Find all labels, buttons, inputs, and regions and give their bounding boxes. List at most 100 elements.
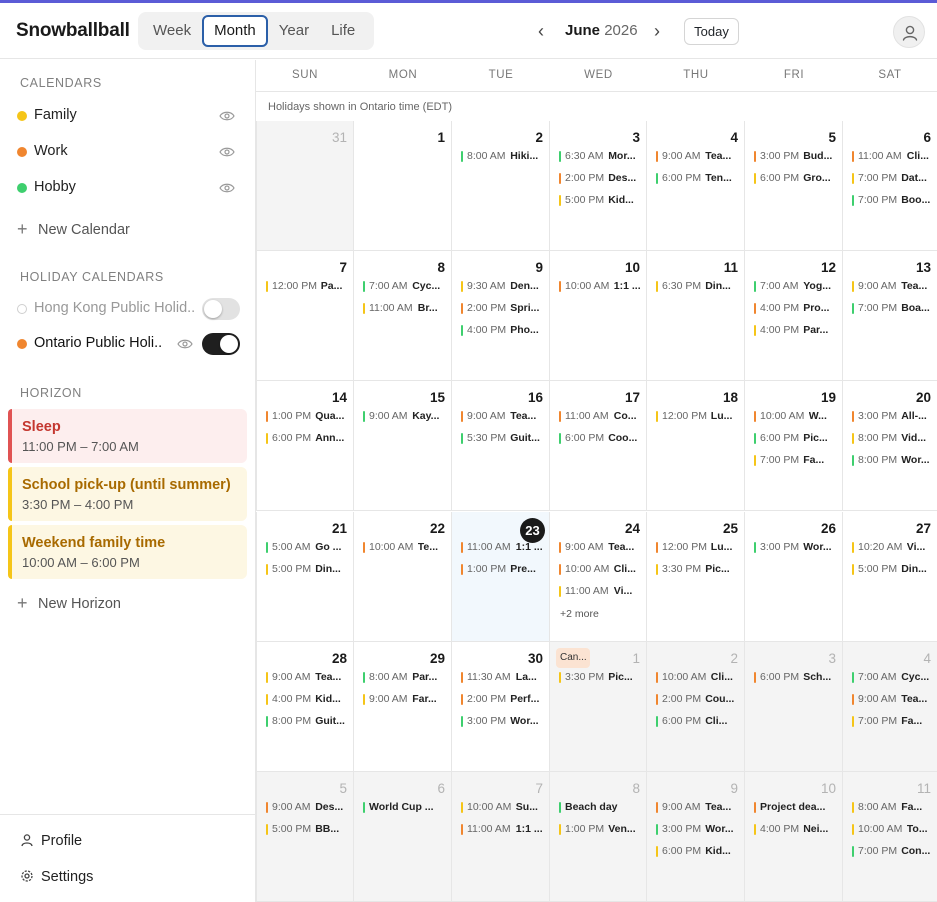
event-item[interactable]: 9:00 AM Tea... — [852, 692, 935, 708]
day-cell[interactable]: 4 7:00 AM Cyc... 9:00 AM Tea... 7:00 PM Fa... — [843, 642, 937, 772]
day-cell[interactable]: 11 6:30 PM Din... — [647, 251, 745, 381]
previous-month-chevron-left-icon[interactable]: ‹ — [531, 21, 551, 41]
day-cell[interactable]: 9 9:30 AM Den... 2:00 PM Spri... 4:00 PM Pho..… — [452, 251, 550, 381]
eye-visibility-icon[interactable] — [219, 146, 235, 158]
event-item[interactable]: 4:00 PM Pho... — [461, 323, 547, 339]
event-item[interactable]: 2:00 PM Perf... — [461, 692, 547, 708]
event-item[interactable]: 5:00 AM Go ... — [266, 540, 351, 556]
event-item[interactable]: 7:00 PM Boo... — [852, 193, 935, 209]
user-avatar-button[interactable] — [893, 16, 925, 48]
day-cell[interactable]: 13 9:00 AM Tea... 7:00 PM Boa... — [843, 251, 937, 381]
next-month-chevron-right-icon[interactable]: › — [647, 21, 667, 41]
event-item[interactable]: 1:00 PM Qua... — [266, 409, 351, 425]
day-cell[interactable]: 27 10:20 AM Vi... 5:00 PM Din... — [843, 512, 937, 642]
eye-visibility-icon[interactable] — [177, 338, 193, 350]
event-item[interactable]: 3:00 PM Wor... — [656, 822, 742, 838]
event-item[interactable]: 3:00 PM Wor... — [754, 540, 840, 556]
event-item[interactable]: 10:00 AM Cli... — [559, 562, 644, 578]
event-item[interactable]: 2:00 PM Des... — [559, 171, 644, 187]
calendar-item-work[interactable]: Work — [0, 138, 256, 166]
day-cell[interactable]: 8 7:00 AM Cyc... 11:00 AM Br... — [354, 251, 452, 381]
event-item[interactable]: 3:00 PM All-... — [852, 409, 935, 425]
event-item[interactable]: 11:00 AM 1:1 ... — [461, 540, 547, 556]
day-cell[interactable]: 7 10:00 AM Su... 11:00 AM 1:1 ... — [452, 772, 550, 902]
day-cell[interactable]: 22 10:00 AM Te... — [354, 512, 452, 642]
event-item[interactable]: 12:00 PM Pa... — [266, 279, 351, 295]
calendar-item-family[interactable]: Family — [0, 102, 256, 130]
event-item[interactable]: 6:00 PM Sch... — [754, 670, 840, 686]
event-item[interactable]: 9:00 AM Kay... — [363, 409, 449, 425]
day-cell[interactable]: 19 10:00 AM W... 6:00 PM Pic... 7:00 PM Fa... — [745, 381, 843, 511]
event-item[interactable]: 6:00 PM Ann... — [266, 431, 351, 447]
event-item[interactable]: 6:30 AM Mor... — [559, 149, 644, 165]
event-item[interactable]: 10:00 AM Te... — [363, 540, 449, 556]
view-tab-week[interactable]: Week — [142, 15, 202, 47]
holiday-toggle-switch[interactable] — [202, 333, 240, 355]
day-cell[interactable]: 9 9:00 AM Tea... 3:00 PM Wor... 6:00 PM Kid... — [647, 772, 745, 902]
event-item[interactable]: Beach day — [559, 800, 644, 816]
new-horizon-button[interactable]: + New Horizon — [17, 593, 121, 614]
view-tab-month[interactable]: Month — [202, 15, 268, 47]
day-cell[interactable]: 5 3:00 PM Bud... 6:00 PM Gro... — [745, 121, 843, 251]
day-cell[interactable]: 2 8:00 AM Hiki... — [452, 121, 550, 251]
event-item[interactable]: 11:00 AM Br... — [363, 301, 449, 317]
day-cell[interactable]: 6 11:00 AM Cli... 7:00 PM Dat... 7:00 PM Boo..… — [843, 121, 937, 251]
event-item[interactable]: 10:00 AM Cli... — [656, 670, 742, 686]
day-cell[interactable]: 16 9:00 AM Tea... 5:30 PM Guit... — [452, 381, 550, 511]
event-item[interactable]: 9:00 AM Tea... — [266, 670, 351, 686]
event-item[interactable]: 8:00 PM Wor... — [852, 453, 935, 469]
event-item[interactable]: 11:00 AM Vi... — [559, 584, 644, 600]
event-item[interactable]: 10:00 AM To... — [852, 822, 935, 838]
event-item[interactable]: 6:30 PM Din... — [656, 279, 742, 295]
event-item[interactable]: 2:00 PM Cou... — [656, 692, 742, 708]
event-item[interactable]: 6:00 PM Gro... — [754, 171, 840, 187]
event-item[interactable]: 7:00 AM Yog... — [754, 279, 840, 295]
event-item[interactable]: 5:00 PM Din... — [266, 562, 351, 578]
event-item[interactable]: 3:00 PM Wor... — [461, 714, 547, 730]
event-item[interactable]: Project dea... — [754, 800, 840, 816]
event-item[interactable]: 1:00 PM Ven... — [559, 822, 644, 838]
day-cell[interactable]: 24 9:00 AM Tea... 10:00 AM Cli... 11:00 AM Vi.… — [550, 512, 647, 642]
day-cell[interactable]: 2 10:00 AM Cli... 2:00 PM Cou... 6:00 PM Cli..… — [647, 642, 745, 772]
event-item[interactable]: 11:00 AM Co... — [559, 409, 644, 425]
event-item[interactable]: 10:20 AM Vi... — [852, 540, 935, 556]
today-button[interactable]: Today — [684, 18, 739, 45]
day-cell[interactable]: 28 9:00 AM Tea... 4:00 PM Kid... 8:00 PM Guit.… — [256, 642, 354, 772]
event-item[interactable]: 7:00 PM Boa... — [852, 301, 935, 317]
event-item[interactable]: 1:00 PM Pre... — [461, 562, 547, 578]
day-cell[interactable]: 20 3:00 PM All-... 8:00 PM Vid... 8:00 PM Wor.… — [843, 381, 937, 511]
event-item[interactable]: 5:30 PM Guit... — [461, 431, 547, 447]
horizon-item-school-pick-up-until-summer[interactable]: School pick-up (until summer) 3:30 PM – 4… — [8, 467, 247, 521]
event-item[interactable]: 9:00 AM Tea... — [656, 149, 742, 165]
day-cell[interactable]: 25 12:00 PM Lu... 3:30 PM Pic... — [647, 512, 745, 642]
event-item[interactable]: 10:00 AM Su... — [461, 800, 547, 816]
day-cell[interactable]: 30 11:30 AM La... 2:00 PM Perf... 3:00 PM Wor.… — [452, 642, 550, 772]
event-item[interactable]: 7:00 PM Con... — [852, 844, 935, 860]
day-cell[interactable]: 14 1:00 PM Qua... 6:00 PM Ann... — [256, 381, 354, 511]
event-item[interactable]: 8:00 AM Hiki... — [461, 149, 547, 165]
event-item[interactable]: 7:00 AM Cyc... — [363, 279, 449, 295]
day-cell[interactable]: 1 Can... 3:30 PM Pic... — [550, 642, 647, 772]
event-item[interactable]: 9:00 AM Des... — [266, 800, 351, 816]
day-cell[interactable]: 17 11:00 AM Co... 6:00 PM Coo... — [550, 381, 647, 511]
event-item[interactable]: 11:30 AM La... — [461, 670, 547, 686]
event-item[interactable]: 5:00 PM Din... — [852, 562, 935, 578]
event-item[interactable]: 6:00 PM Pic... — [754, 431, 840, 447]
holiday-chip[interactable]: Can... — [556, 648, 590, 668]
event-item[interactable]: 4:00 PM Nei... — [754, 822, 840, 838]
holiday-calendar-hong-kong-public-holid[interactable]: Hong Kong Public Holid... — [0, 295, 256, 323]
day-cell[interactable]: 26 3:00 PM Wor... — [745, 512, 843, 642]
horizon-item-sleep[interactable]: Sleep 11:00 PM – 7:00 AM — [8, 409, 247, 463]
day-cell[interactable]: 15 9:00 AM Kay... — [354, 381, 452, 511]
event-item[interactable]: 6:00 PM Kid... — [656, 844, 742, 860]
event-item[interactable]: 6:00 PM Cli... — [656, 714, 742, 730]
holiday-toggle-switch[interactable] — [202, 298, 240, 320]
more-events-link[interactable]: +2 more — [560, 608, 599, 620]
event-item[interactable]: 2:00 PM Spri... — [461, 301, 547, 317]
event-item[interactable]: 12:00 PM Lu... — [656, 540, 742, 556]
event-item[interactable]: 9:00 AM Tea... — [656, 800, 742, 816]
event-item[interactable]: 12:00 PM Lu... — [656, 409, 742, 425]
event-item[interactable]: 9:30 AM Den... — [461, 279, 547, 295]
event-item[interactable]: 9:00 AM Tea... — [461, 409, 547, 425]
event-item[interactable]: 8:00 PM Vid... — [852, 431, 935, 447]
